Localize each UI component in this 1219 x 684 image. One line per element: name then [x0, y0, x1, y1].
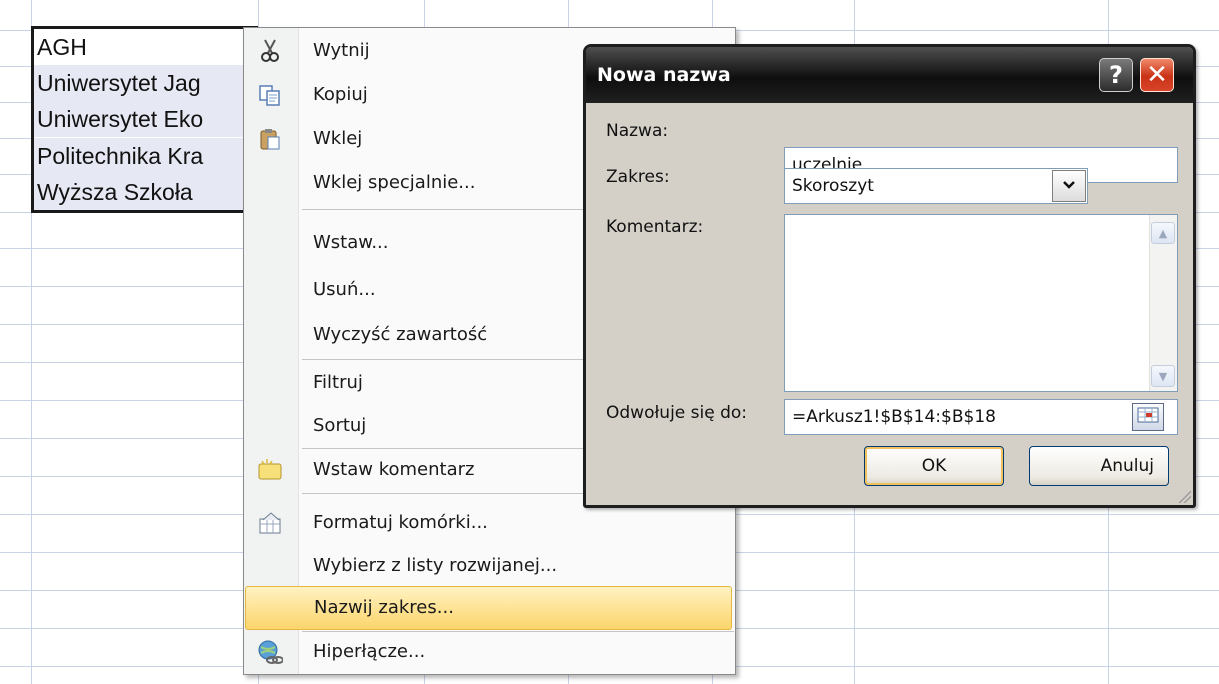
menu-item-pick-from-list[interactable]: Wybierz z listy rozwijanej... [244, 544, 735, 588]
collapse-dialog-button[interactable] [1132, 403, 1164, 431]
menu-item-label: Wklej [313, 128, 363, 149]
cancel-button[interactable]: Anuluj [1029, 446, 1169, 486]
scope-select[interactable]: Skoroszyt [784, 168, 1088, 204]
scroll-up-icon[interactable]: ▲ [1151, 222, 1175, 244]
scope-label: Zakres: [606, 167, 670, 187]
copy-icon [256, 81, 284, 109]
menu-item-label: Formatuj komórki... [313, 512, 488, 533]
resize-grip[interactable] [1175, 487, 1191, 503]
help-button[interactable]: ? [1099, 58, 1133, 92]
close-button[interactable]: ✕ [1140, 58, 1174, 92]
comment-scrollbar[interactable]: ▲ ▼ [1149, 215, 1177, 391]
menu-item-label: Sortuj [313, 415, 367, 436]
menu-item-label: Usuń... [313, 279, 376, 300]
new-name-dialog: Nowa nazwa ? ✕ Nazwa: uczelnie Zakres: S… [583, 44, 1196, 508]
cell[interactable]: Politechnika Kra [34, 138, 258, 174]
close-icon: ✕ [1146, 60, 1168, 90]
menu-item-label: Kopiuj [313, 84, 368, 105]
refers-to-input[interactable]: =Arkusz1!$B$14:$B$18 [784, 399, 1178, 435]
menu-item-label: Wklej specjalnie... [313, 172, 476, 193]
help-icon: ? [1109, 61, 1123, 89]
paste-icon [256, 125, 284, 153]
range-select-icon [1137, 407, 1159, 427]
refers-to-label: Odwołuje się do: [606, 403, 748, 423]
scissors-icon [256, 37, 284, 65]
comment-icon [256, 456, 284, 484]
cell[interactable]: Uniwersytet Eko [34, 101, 258, 137]
menu-item-hyperlink[interactable]: Hiperłącze... [244, 630, 735, 674]
menu-item-label: Filtruj [313, 372, 363, 393]
comment-label: Komentarz: [606, 217, 704, 237]
scroll-down-icon[interactable]: ▼ [1151, 365, 1175, 387]
ok-button[interactable]: OK [864, 446, 1004, 486]
chevron-down-icon [1062, 178, 1076, 194]
comment-textarea[interactable]: ▲ ▼ [784, 214, 1178, 392]
cell[interactable]: AGH [34, 29, 258, 65]
dialog-title-bar[interactable]: Nowa nazwa ? ✕ [586, 47, 1193, 103]
menu-item-label: Wstaw... [313, 232, 389, 253]
cell[interactable]: Uniwersytet Jag [34, 65, 258, 101]
dialog-title: Nowa nazwa [597, 64, 731, 86]
menu-item-label: Wybierz z listy rozwijanej... [313, 555, 558, 576]
name-label: Nazwa: [606, 121, 669, 141]
menu-item-label: Wyczyść zawartość [313, 324, 488, 345]
hyperlink-icon [256, 638, 284, 666]
menu-item-label: Wytnij [313, 40, 370, 61]
cell[interactable]: Wyższa Szkoła [34, 174, 258, 210]
menu-item-label: Wstaw komentarz [313, 459, 475, 480]
format-cells-icon [256, 509, 284, 537]
menu-item-name-range[interactable]: Nazwij zakres... [245, 586, 732, 630]
menu-item-label: Hiperłącze... [313, 641, 426, 662]
menu-item-label: Nazwij zakres... [314, 597, 454, 618]
scope-dropdown-button[interactable] [1052, 170, 1086, 202]
